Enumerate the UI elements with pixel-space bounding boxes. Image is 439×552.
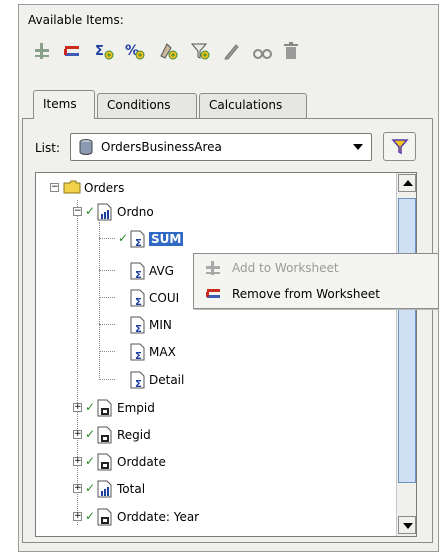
- dimension-item-icon: [97, 426, 113, 447]
- tree-item-label: MAX: [149, 345, 176, 359]
- svg-text:Σ: Σ: [135, 351, 142, 361]
- collapse-icon[interactable]: −: [50, 183, 59, 192]
- collapse-icon[interactable]: −: [73, 207, 82, 216]
- tab-conditions[interactable]: Conditions: [97, 93, 197, 118]
- edit-icon[interactable]: [221, 40, 243, 62]
- new-filter-icon[interactable]: [189, 40, 211, 62]
- checked-icon: ✓: [85, 204, 96, 218]
- svg-text:Σ: Σ: [135, 324, 142, 334]
- show-properties-icon[interactable]: [251, 40, 273, 62]
- dimension-item-icon: [97, 508, 113, 529]
- new-percentage-icon[interactable]: %: [124, 40, 146, 62]
- expand-icon[interactable]: +: [73, 484, 82, 493]
- aggregate-icon: Σ: [130, 262, 146, 283]
- expand-icon[interactable]: +: [73, 457, 82, 466]
- chevron-down-icon[interactable]: [353, 144, 363, 150]
- checked-icon: ✓: [85, 400, 96, 414]
- expand-icon[interactable]: +: [73, 512, 82, 521]
- aggregate-icon: Σ: [130, 230, 146, 251]
- tree-root-label: Orders: [84, 181, 125, 195]
- numeric-item-icon: [97, 203, 113, 224]
- aggregate-icon: Σ: [130, 316, 146, 337]
- tree-item-label: Detail: [149, 373, 185, 387]
- expand-icon[interactable]: +: [73, 403, 82, 412]
- menu-item-add-to-worksheet[interactable]: Add to Worksheet: [194, 256, 438, 280]
- list-label: List:: [35, 141, 61, 155]
- checked-icon: ✓: [85, 454, 96, 468]
- dimension-item-icon: [97, 399, 113, 420]
- scroll-up-button[interactable]: [398, 174, 416, 192]
- delete-icon[interactable]: [280, 40, 302, 62]
- svg-text:Σ: Σ: [135, 379, 142, 389]
- tab-items-label: Items: [43, 97, 77, 111]
- numeric-item-icon: [97, 480, 113, 501]
- svg-text:Σ: Σ: [95, 44, 104, 59]
- checked-icon: ✓: [85, 481, 96, 495]
- expand-icon[interactable]: +: [73, 430, 82, 439]
- remove-from-worksheet-icon[interactable]: [61, 40, 83, 62]
- menu-item-label: Add to Worksheet: [232, 261, 339, 275]
- remove-from-worksheet-icon: [204, 285, 222, 306]
- arrow-up-icon: [403, 180, 413, 186]
- aggregate-icon: Σ: [130, 289, 146, 310]
- tab-calculations-label: Calculations: [209, 98, 283, 112]
- svg-text:Σ: Σ: [135, 297, 142, 307]
- tab-items[interactable]: Items: [33, 90, 95, 119]
- tree-item-label: Empid: [117, 401, 155, 415]
- arrow-down-icon: [403, 523, 413, 529]
- aggregate-icon: Σ: [130, 343, 146, 364]
- tree-item-label: Regid: [117, 428, 151, 442]
- filter-icon: [391, 138, 409, 159]
- tree-item-label: Orddate: Year: [117, 510, 200, 524]
- business-area-value: OrdersBusinessArea: [101, 140, 222, 154]
- checked-icon: ✓: [118, 231, 129, 245]
- tree-scrollbar[interactable]: [396, 173, 416, 536]
- new-calculation-icon[interactable]: Σ: [93, 40, 115, 62]
- scroll-down-button[interactable]: [398, 516, 416, 534]
- tree-item-label: AVG: [149, 264, 174, 278]
- folder-icon: [63, 179, 81, 198]
- checked-icon: ✓: [85, 427, 96, 441]
- database-icon: [77, 138, 95, 159]
- scroll-thumb[interactable]: [398, 198, 416, 483]
- menu-item-remove-from-worksheet[interactable]: Remove from Worksheet: [194, 282, 438, 306]
- tree-item-label: COUI: [149, 291, 180, 305]
- filter-button[interactable]: [383, 132, 416, 161]
- tree-item-label: Total: [117, 482, 146, 496]
- tree-item-label: MIN: [149, 318, 172, 332]
- business-area-select[interactable]: OrdersBusinessArea: [70, 133, 372, 161]
- tree-item-label: SUM: [149, 232, 184, 246]
- menu-item-label: Remove from Worksheet: [232, 287, 380, 301]
- add-to-worksheet-icon[interactable]: [31, 40, 53, 62]
- tab-conditions-label: Conditions: [107, 98, 171, 112]
- svg-text:Σ: Σ: [135, 238, 142, 248]
- tree-item-label: Ordno: [117, 205, 154, 219]
- svg-text:Σ: Σ: [135, 270, 142, 280]
- tab-calculations[interactable]: Calculations: [199, 93, 307, 118]
- checked-icon: ✓: [85, 509, 96, 523]
- dimension-item-icon: [97, 453, 113, 474]
- available-items-label: Available Items:: [28, 13, 124, 27]
- aggregate-icon: Σ: [130, 371, 146, 392]
- add-to-worksheet-icon: [204, 259, 222, 280]
- context-menu: Add to Worksheet Remove from Worksheet: [193, 253, 439, 309]
- tree-item-label: Orddate: [117, 455, 166, 469]
- new-condition-icon[interactable]: [157, 40, 179, 62]
